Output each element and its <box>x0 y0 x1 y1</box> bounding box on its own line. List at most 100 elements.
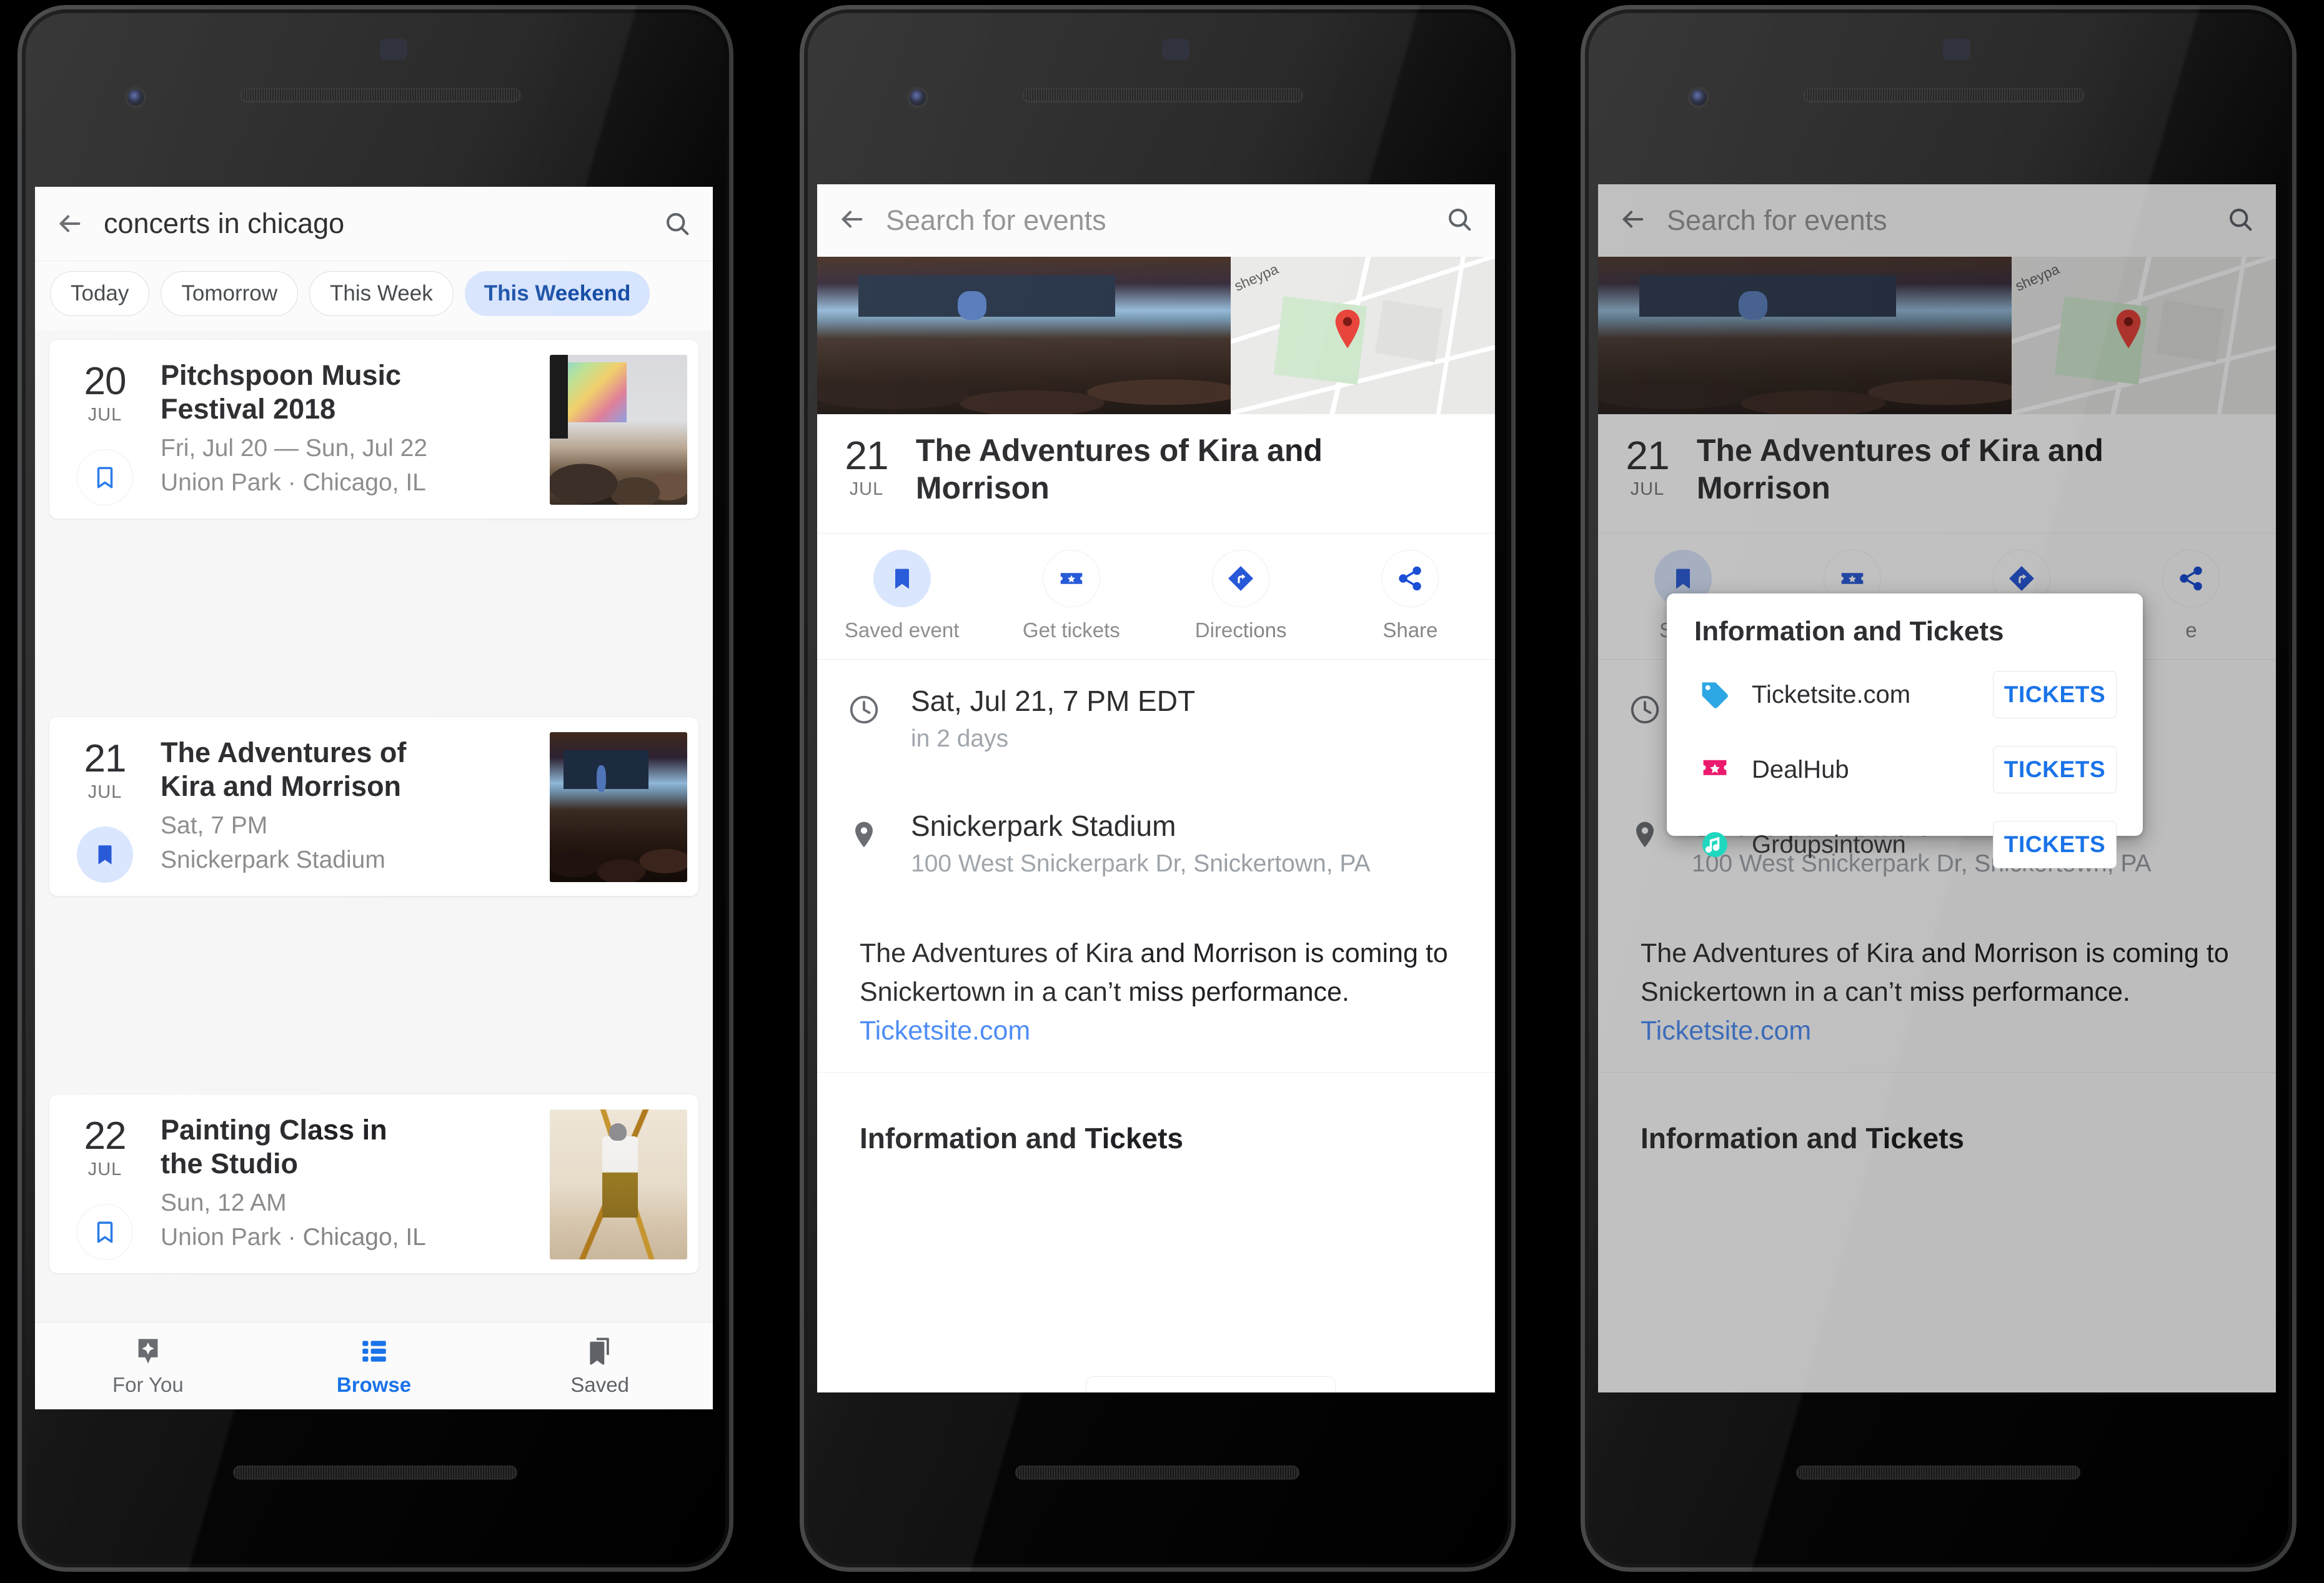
event-actions: Saved event Get tickets Directions Share <box>817 533 1495 658</box>
clock-icon <box>817 684 911 753</box>
phone-1-earpiece-speaker <box>240 88 521 102</box>
chip-label: Tomorrow <box>181 281 278 305</box>
phone-2-screen: Search for events sheypa 21 JUL The Adve… <box>817 184 1495 1392</box>
save-event-button[interactable] <box>77 826 133 883</box>
phone-2-front-camera-icon <box>910 89 926 106</box>
chip-this-week[interactable]: This Week <box>309 271 454 316</box>
event-card[interactable]: 21 JUL The Adventures of Kira and Morris… <box>49 717 699 896</box>
event-description-text: The Adventures of Kira and Morrison is c… <box>860 938 1448 1007</box>
phone-2: Search for events sheypa 21 JUL The Adve… <box>800 5 1516 1572</box>
save-event-button[interactable] <box>77 449 133 505</box>
event-day: 20 <box>84 360 127 403</box>
phone-3: Search for events sheypa 21 JUL The Adve… <box>1581 5 2297 1572</box>
divider <box>817 659 1495 660</box>
event-card[interactable]: 20 JUL Pitchspoon Music Festival 2018 Fr… <box>49 339 699 519</box>
event-datetime-text: Sat, Jul 21, 7 PM EDT in 2 days <box>911 684 1195 753</box>
chip-tomorrow[interactable]: Tomorrow <box>161 271 299 316</box>
phone-2-earpiece-speaker <box>1022 88 1303 102</box>
action-label: Saved event <box>844 618 960 642</box>
bookmarks-icon <box>584 1336 615 1367</box>
information-tickets-dialog: Information and Tickets Ticketsite.com T… <box>1667 593 2143 868</box>
ticket-provider-card-peek[interactable] <box>1086 1376 1336 1392</box>
chip-label: Today <box>71 281 129 305</box>
sparkle-pin-icon <box>132 1336 164 1367</box>
search-icon[interactable] <box>1445 205 1474 237</box>
share-icon[interactable] <box>1381 550 1439 607</box>
event-date: 21 JUL <box>817 414 916 533</box>
venue-map[interactable]: sheypa <box>1230 257 1495 414</box>
section-title-information-tickets: Information and Tickets <box>860 1122 1184 1154</box>
provider-name: Ticketsite.com <box>1752 680 1911 708</box>
map-location-pin-icon <box>1331 309 1364 353</box>
event-card[interactable]: 22 JUL Painting Class in the Studio Sun,… <box>49 1094 699 1274</box>
tickets-button[interactable]: TICKETS <box>1993 671 2117 718</box>
divider <box>817 1072 1495 1073</box>
nav-label: Browse <box>336 1372 412 1396</box>
tickets-button[interactable]: TICKETS <box>1993 821 2117 868</box>
event-where: Union Park · Chicago, IL <box>161 469 426 496</box>
phone-1-bottom-speaker <box>233 1466 517 1479</box>
event-address: 100 West Snickerpark Dr, Snickertown, PA <box>911 850 1371 877</box>
event-month: JUL <box>87 405 122 425</box>
location-pin-icon <box>817 809 911 878</box>
event-title: Painting Class in the Studio <box>161 1114 387 1179</box>
event-relative-time: in 2 days <box>911 725 1009 752</box>
event-month: JUL <box>87 1159 122 1179</box>
nav-item-saved[interactable]: Saved <box>487 1322 713 1409</box>
search-bar-1[interactable]: concerts in chicago <box>35 187 713 261</box>
nav-label: Saved <box>570 1372 629 1396</box>
action-label: Directions <box>1194 618 1287 642</box>
event-day: 21 <box>845 433 888 478</box>
event-description: The Adventures of Kira and Morrison is c… <box>860 934 1455 1050</box>
chip-this-weekend[interactable]: This Weekend <box>464 271 650 316</box>
action-directions[interactable]: Directions <box>1156 550 1326 658</box>
event-venue-text: Snickerpark Stadium 100 West Snickerpark… <box>911 809 1371 878</box>
event-venue-row[interactable]: Snickerpark Stadium 100 West Snickerpark… <box>817 809 1495 878</box>
provider-name: DealHub <box>1752 755 1849 783</box>
action-saved-event[interactable]: Saved event <box>817 550 986 658</box>
action-get-tickets[interactable]: Get tickets <box>986 550 1156 658</box>
price-tag-icon <box>1694 679 1736 710</box>
date-filter-chips: Today Tomorrow This Week This Weekend <box>35 261 713 330</box>
event-when: Fri, Jul 20 — Sun, Jul 22 <box>161 435 428 462</box>
event-where: Union Park · Chicago, IL <box>161 1224 426 1251</box>
nav-item-browse[interactable]: Browse <box>261 1322 487 1409</box>
search-bar-2[interactable]: Search for events <box>817 184 1495 257</box>
search-icon[interactable] <box>663 209 692 238</box>
event-header: 21 JUL The Adventures of Kira and Morris… <box>817 414 1495 533</box>
event-list: 20 JUL Pitchspoon Music Festival 2018 Fr… <box>35 330 713 1409</box>
chip-label: This Week <box>330 281 433 305</box>
chip-today[interactable]: Today <box>50 271 150 316</box>
phone-3-earpiece-speaker <box>1803 88 2084 102</box>
phone-2-bottom-speaker <box>1015 1466 1299 1479</box>
music-note-icon <box>1694 830 1736 860</box>
save-event-button[interactable] <box>77 1204 133 1260</box>
search-input[interactable]: Search for events <box>886 204 1445 237</box>
event-when: Sun, 12 AM <box>161 1189 287 1216</box>
event-date: 21 JUL <box>64 740 146 803</box>
back-icon[interactable] <box>837 205 886 237</box>
back-icon[interactable] <box>55 209 104 238</box>
action-label: Share <box>1383 618 1438 642</box>
ticket-star-icon[interactable] <box>1042 550 1100 607</box>
search-input[interactable]: concerts in chicago <box>104 207 663 240</box>
ticket-provider-row: DealHub TICKETS <box>1667 746 2143 793</box>
directions-icon[interactable] <box>1212 550 1270 607</box>
nav-item-for-you[interactable]: For You <box>35 1322 261 1409</box>
phone-1: concerts in chicago Today Tomorrow This … <box>17 5 733 1572</box>
event-description-link[interactable]: Ticketsite.com <box>860 1016 1030 1046</box>
bottom-navigation: For You Browse Saved <box>35 1322 713 1409</box>
bookmark-filled-icon[interactable] <box>873 550 931 607</box>
event-thumbnail <box>550 1109 687 1259</box>
list-icon <box>359 1336 390 1367</box>
event-thumbnail <box>550 355 687 505</box>
map-street-label: sheypa <box>1231 261 1281 295</box>
phone-3-proximity-sensor <box>1943 39 1970 60</box>
action-share[interactable]: Share <box>1326 550 1495 658</box>
phone-1-front-camera-icon <box>127 89 144 106</box>
phone-1-proximity-sensor <box>380 39 407 60</box>
tickets-button[interactable]: TICKETS <box>1993 746 2117 793</box>
event-title: The Adventures of Kira and Morrison <box>161 737 407 802</box>
ticket-star-icon <box>1694 755 1736 785</box>
ticket-provider-row: Ticketsite.com TICKETS <box>1667 671 2143 718</box>
